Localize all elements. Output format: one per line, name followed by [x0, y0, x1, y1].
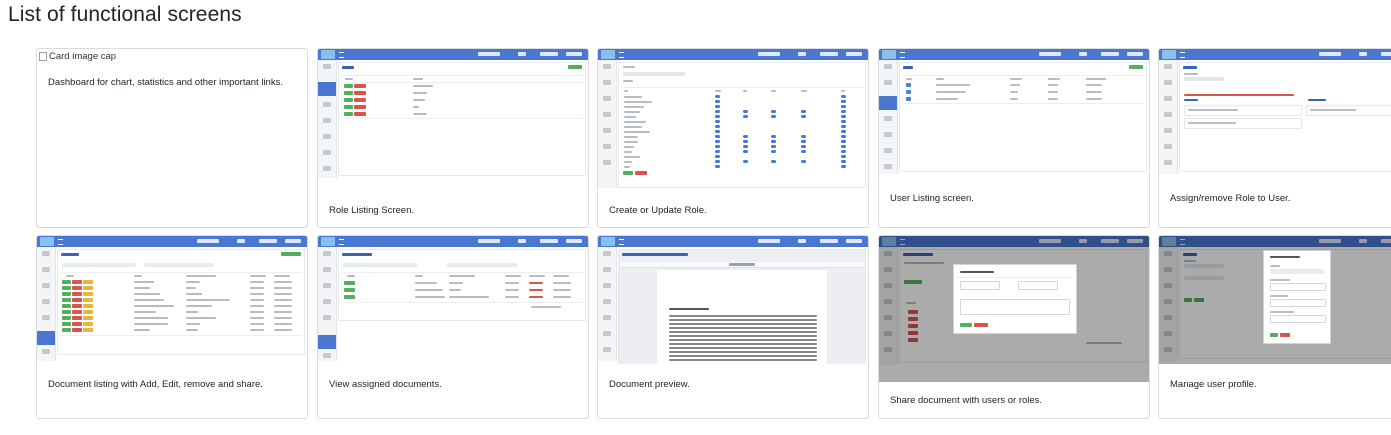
card-screenshot — [318, 236, 588, 364]
screen-card-dashboard[interactable]: Card image cap Dashboard for chart, stat… — [36, 48, 308, 228]
hamburger-icon — [339, 52, 344, 58]
card-image-alt-text: Card image cap — [49, 50, 117, 62]
card-caption: Document listing with Add, Edit, remove … — [48, 379, 263, 390]
screen-card-document-preview[interactable]: Document preview. — [597, 235, 869, 419]
card-caption: Share document with users or roles. — [890, 395, 1043, 406]
screen-card-user-listing[interactable]: User Listing screen. — [878, 48, 1150, 228]
card-caption: Create or Update Role. — [609, 205, 707, 216]
card-caption: View assigned documents. — [329, 379, 442, 390]
page-title: List of functional screens — [8, 3, 242, 26]
screen-card-create-role[interactable]: Create or Update Role. — [597, 48, 869, 228]
card-caption: Assign/remove Role to User. — [1170, 193, 1291, 204]
card-screenshot — [879, 236, 1149, 382]
screen-card-assign-role[interactable]: Assign/remove Role to User. — [1158, 48, 1391, 228]
card-caption: Manage user profile. — [1170, 379, 1257, 390]
card-caption: User Listing screen. — [890, 193, 974, 204]
card-screenshot — [318, 49, 588, 191]
screen-card-view-assigned-documents[interactable]: View assigned documents. — [317, 235, 589, 419]
card-screenshot — [879, 49, 1149, 177]
screen-card-share-document[interactable]: Share document with users or roles. — [878, 235, 1150, 419]
card-screenshot — [37, 236, 307, 364]
screen-card-role-listing[interactable]: Role Listing Screen. — [317, 48, 589, 228]
card-image: Card image cap — [37, 49, 307, 63]
broken-image-icon — [39, 51, 47, 61]
card-screenshot — [598, 236, 868, 364]
card-screenshot — [1159, 49, 1391, 177]
card-caption: Dashboard for chart, statistics and othe… — [48, 77, 283, 88]
card-screenshot — [598, 49, 868, 191]
card-caption: Role Listing Screen. — [329, 205, 415, 216]
app-logo-icon — [321, 50, 335, 59]
screen-card-document-listing[interactable]: Document listing with Add, Edit, remove … — [36, 235, 308, 419]
screen-card-manage-profile[interactable]: Manage user profile. — [1158, 235, 1391, 419]
card-screenshot — [1159, 236, 1391, 364]
card-caption: Document preview. — [609, 379, 690, 390]
